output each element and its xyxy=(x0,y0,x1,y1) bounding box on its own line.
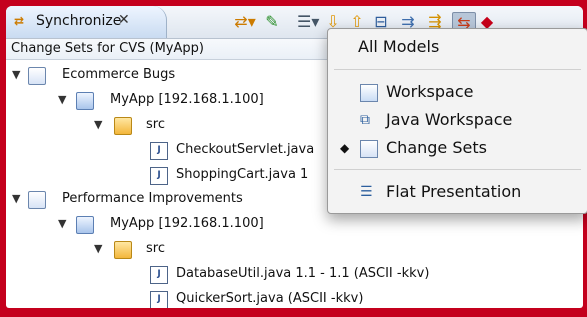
package-folder-icon xyxy=(114,117,132,135)
tree-row-label: MyApp [192.168.1.100] xyxy=(110,92,264,107)
java-file-icon: J xyxy=(150,291,168,308)
change-set-icon xyxy=(28,191,46,209)
menu-item-change-sets[interactable]: ◆ Change Sets xyxy=(328,135,587,161)
expand-toggle-icon[interactable]: ▼ xyxy=(12,188,20,210)
close-icon[interactable]: ✕ xyxy=(118,12,130,28)
tree-row-label: MyApp [192.168.1.100] xyxy=(110,216,264,231)
package-folder-icon xyxy=(114,241,132,259)
menu-item-label: Workspace xyxy=(386,82,474,101)
menu-item-label: All Models xyxy=(358,37,440,56)
tree-row-label: QuickerSort.java (ASCII -kkv) xyxy=(176,291,364,306)
tree-row-label: Ecommerce Bugs xyxy=(62,67,176,82)
menu-item-java-workspace[interactable]: ⧉ Java Workspace xyxy=(328,107,587,133)
menu-item-label: Java Workspace xyxy=(386,110,513,129)
view-description: Change Sets for CVS (MyApp) xyxy=(11,41,204,56)
expand-toggle-icon[interactable]: ▼ xyxy=(58,213,66,235)
java-workspace-icon: ⧉ xyxy=(360,112,370,128)
layout-dropdown-icon[interactable]: ☰▾ xyxy=(297,12,319,32)
menu-separator xyxy=(334,169,581,170)
project-folder-icon xyxy=(76,216,94,234)
tree-row-project[interactable]: ▼ MyApp [192.168.1.100] xyxy=(6,89,336,111)
tree-row-label: Performance Improvements xyxy=(62,191,243,206)
model-dropdown-menu: All Models Workspace ⧉ Java Workspace ◆ … xyxy=(327,28,587,214)
expand-toggle-icon[interactable]: ▼ xyxy=(94,114,102,136)
change-sets-icon xyxy=(360,140,378,158)
java-file-icon: J xyxy=(150,266,168,284)
menu-item-workspace[interactable]: Workspace xyxy=(328,79,587,105)
tree-row-changeset[interactable]: ▼ Ecommerce Bugs xyxy=(6,64,336,86)
tree-row-label: src xyxy=(146,241,165,256)
tree-row-file[interactable]: J ShoppingCart.java 1 xyxy=(6,164,336,186)
java-file-icon: J xyxy=(150,167,168,185)
tree-row-label: DatabaseUtil.java 1.1 - 1.1 (ASCII -kkv) xyxy=(176,266,430,281)
expand-toggle-icon[interactable]: ▼ xyxy=(58,89,66,111)
pin-icon[interactable]: ✎ xyxy=(263,12,281,32)
tree-row-file[interactable]: J CheckoutServlet.java xyxy=(6,139,336,161)
menu-item-label: Change Sets xyxy=(386,138,487,157)
flat-list-icon: ☰ xyxy=(360,184,373,200)
menu-item-flat-presentation[interactable]: ☰ Flat Presentation xyxy=(328,179,587,205)
menu-item-label: Flat Presentation xyxy=(386,182,522,201)
project-folder-icon xyxy=(76,92,94,110)
menu-separator xyxy=(334,69,581,70)
synchronize-icon: ⇄ xyxy=(14,14,25,28)
synchronize-tab[interactable]: ⇄ Synchronize ✕ xyxy=(6,6,167,38)
expand-toggle-icon[interactable]: ▼ xyxy=(94,238,102,260)
menu-item-all-models[interactable]: All Models xyxy=(328,34,587,60)
tree-row-label: src xyxy=(146,117,165,132)
tree-row-folder[interactable]: ▼ src xyxy=(6,114,336,136)
tree-row-file[interactable]: J QuickerSort.java (ASCII -kkv) xyxy=(6,288,583,308)
tree-row-file[interactable]: J DatabaseUtil.java 1.1 - 1.1 (ASCII -kk… xyxy=(6,263,583,285)
java-file-icon: J xyxy=(150,142,168,160)
expand-toggle-icon[interactable]: ▼ xyxy=(12,64,20,86)
tree-row-project[interactable]: ▼ MyApp [192.168.1.100] xyxy=(6,213,583,235)
checked-indicator-icon: ◆ xyxy=(340,141,350,155)
workspace-icon xyxy=(360,84,378,102)
tab-title: Synchronize xyxy=(36,13,122,29)
tree-row-folder[interactable]: ▼ src xyxy=(6,238,583,260)
sync-dropdown-icon[interactable]: ⇄▾ xyxy=(234,12,256,32)
tree-row-label: CheckoutServlet.java xyxy=(176,142,315,157)
tree-row-label: ShoppingCart.java 1 xyxy=(176,167,309,182)
change-set-icon xyxy=(28,67,46,85)
